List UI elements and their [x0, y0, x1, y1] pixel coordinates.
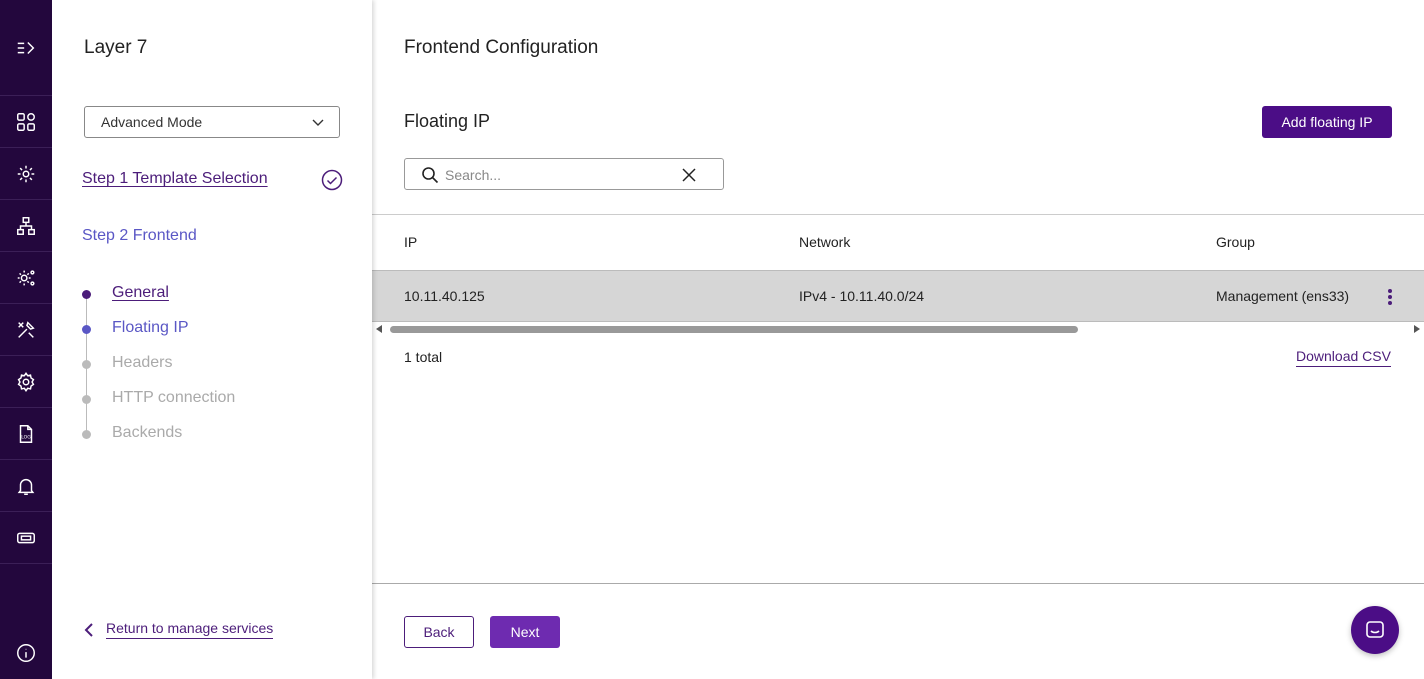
rail-network[interactable]: [0, 200, 52, 252]
substep-floating-ip[interactable]: Floating IP: [82, 319, 342, 341]
search-icon: [422, 167, 439, 184]
rail-settings[interactable]: [0, 356, 52, 408]
return-to-services-link[interactable]: Return to manage services: [82, 620, 274, 639]
network-icon: [17, 216, 35, 235]
substep-general[interactable]: General: [82, 284, 342, 306]
rail-system-settings[interactable]: [0, 252, 52, 304]
expand-menu-button[interactable]: [0, 0, 52, 96]
rail-logs[interactable]: LOG: [0, 408, 52, 460]
close-icon[interactable]: [681, 167, 697, 183]
substep-backends: Backends: [82, 424, 342, 446]
table-header: IP Network Group: [372, 214, 1424, 270]
substep-headers: Headers: [82, 354, 342, 376]
horizontal-scrollbar[interactable]: [372, 322, 1424, 336]
rail-services[interactable]: [0, 148, 52, 200]
floating-ip-table: IP Network Group 10.11.40.125 IPv4 - 10.…: [372, 214, 1424, 336]
wizard-panel: Layer 7 Advanced Mode Step 1 Template Se…: [52, 0, 372, 679]
substep-label: General: [112, 284, 169, 301]
substep-dot: [82, 360, 91, 369]
mode-select[interactable]: Advanced Mode: [84, 106, 340, 138]
services-icon: [17, 165, 35, 182]
chevron-down-icon: [312, 119, 324, 126]
expand-menu-icon: [17, 41, 35, 54]
column-header-group[interactable]: Group: [1216, 234, 1255, 250]
chat-button[interactable]: [1351, 606, 1399, 654]
substep-dot: [82, 325, 91, 334]
scroll-left-arrow[interactable]: [376, 325, 382, 333]
scrollbar-thumb[interactable]: [390, 326, 1078, 333]
back-button[interactable]: Back: [404, 616, 474, 648]
step-1-link[interactable]: Step 1 Template Selection: [82, 170, 268, 188]
panel-title: Layer 7: [84, 37, 148, 58]
cell-ip: 10.11.40.125: [404, 288, 485, 304]
system-settings-icon: [17, 269, 35, 286]
notifications-icon: [17, 478, 35, 495]
log-icon-text: LOG: [21, 434, 31, 440]
scroll-right-arrow[interactable]: [1414, 325, 1420, 333]
substep-dot: [82, 290, 91, 299]
substep-label: Headers: [112, 354, 173, 371]
cell-group: Management (ens33): [1216, 288, 1350, 304]
table-row[interactable]: 10.11.40.125 IPv4 - 10.11.40.0/24 Manage…: [372, 270, 1424, 322]
rail-info[interactable]: [0, 641, 52, 665]
section-title: Floating IP: [404, 111, 491, 131]
chat-icon: [1366, 621, 1384, 638]
tools-icon: [18, 320, 35, 338]
icon-rail: LOG: [0, 0, 52, 679]
rail-tools[interactable]: [0, 304, 52, 356]
settings-icon: [17, 371, 35, 392]
search-input[interactable]: [445, 165, 665, 185]
chevron-left-icon: [84, 622, 93, 637]
substep-label: Floating IP: [112, 319, 189, 336]
log-file-icon: LOG: [19, 424, 33, 443]
rail-notifications[interactable]: [0, 460, 52, 512]
substep-label: Backends: [112, 424, 183, 441]
ticket-icon: [17, 532, 35, 543]
download-csv-link[interactable]: Download CSV: [1296, 348, 1391, 367]
step-2-label: Step 2 Frontend: [82, 227, 197, 244]
substep-http-connection: HTTP connection: [82, 389, 342, 411]
column-header-network[interactable]: Network: [799, 234, 850, 250]
check-circle-icon: [321, 169, 343, 191]
substep-dot: [82, 395, 91, 404]
info-icon: [17, 644, 35, 662]
substep-label: HTTP connection: [112, 389, 236, 406]
cell-network: IPv4 - 10.11.40.0/24: [799, 288, 925, 304]
add-floating-ip-button[interactable]: Add floating IP: [1262, 106, 1392, 138]
rail-dashboard[interactable]: [0, 96, 52, 148]
page-title: Frontend Configuration: [404, 37, 599, 58]
next-button[interactable]: Next: [490, 616, 560, 648]
row-count: 1 total: [404, 349, 443, 365]
rail-tickets[interactable]: [0, 512, 52, 564]
search-box: [404, 158, 724, 190]
dashboard-icon: [17, 112, 35, 131]
column-header-ip[interactable]: IP: [404, 234, 417, 250]
main-content: Frontend Configuration Floating IP Add f…: [372, 0, 1424, 679]
substep-dot: [82, 430, 91, 439]
footer-divider: [372, 583, 1424, 584]
more-options-icon[interactable]: [1380, 285, 1400, 309]
return-link-text: Return to manage services: [106, 620, 274, 639]
mode-select-value: Advanced Mode: [101, 114, 203, 130]
